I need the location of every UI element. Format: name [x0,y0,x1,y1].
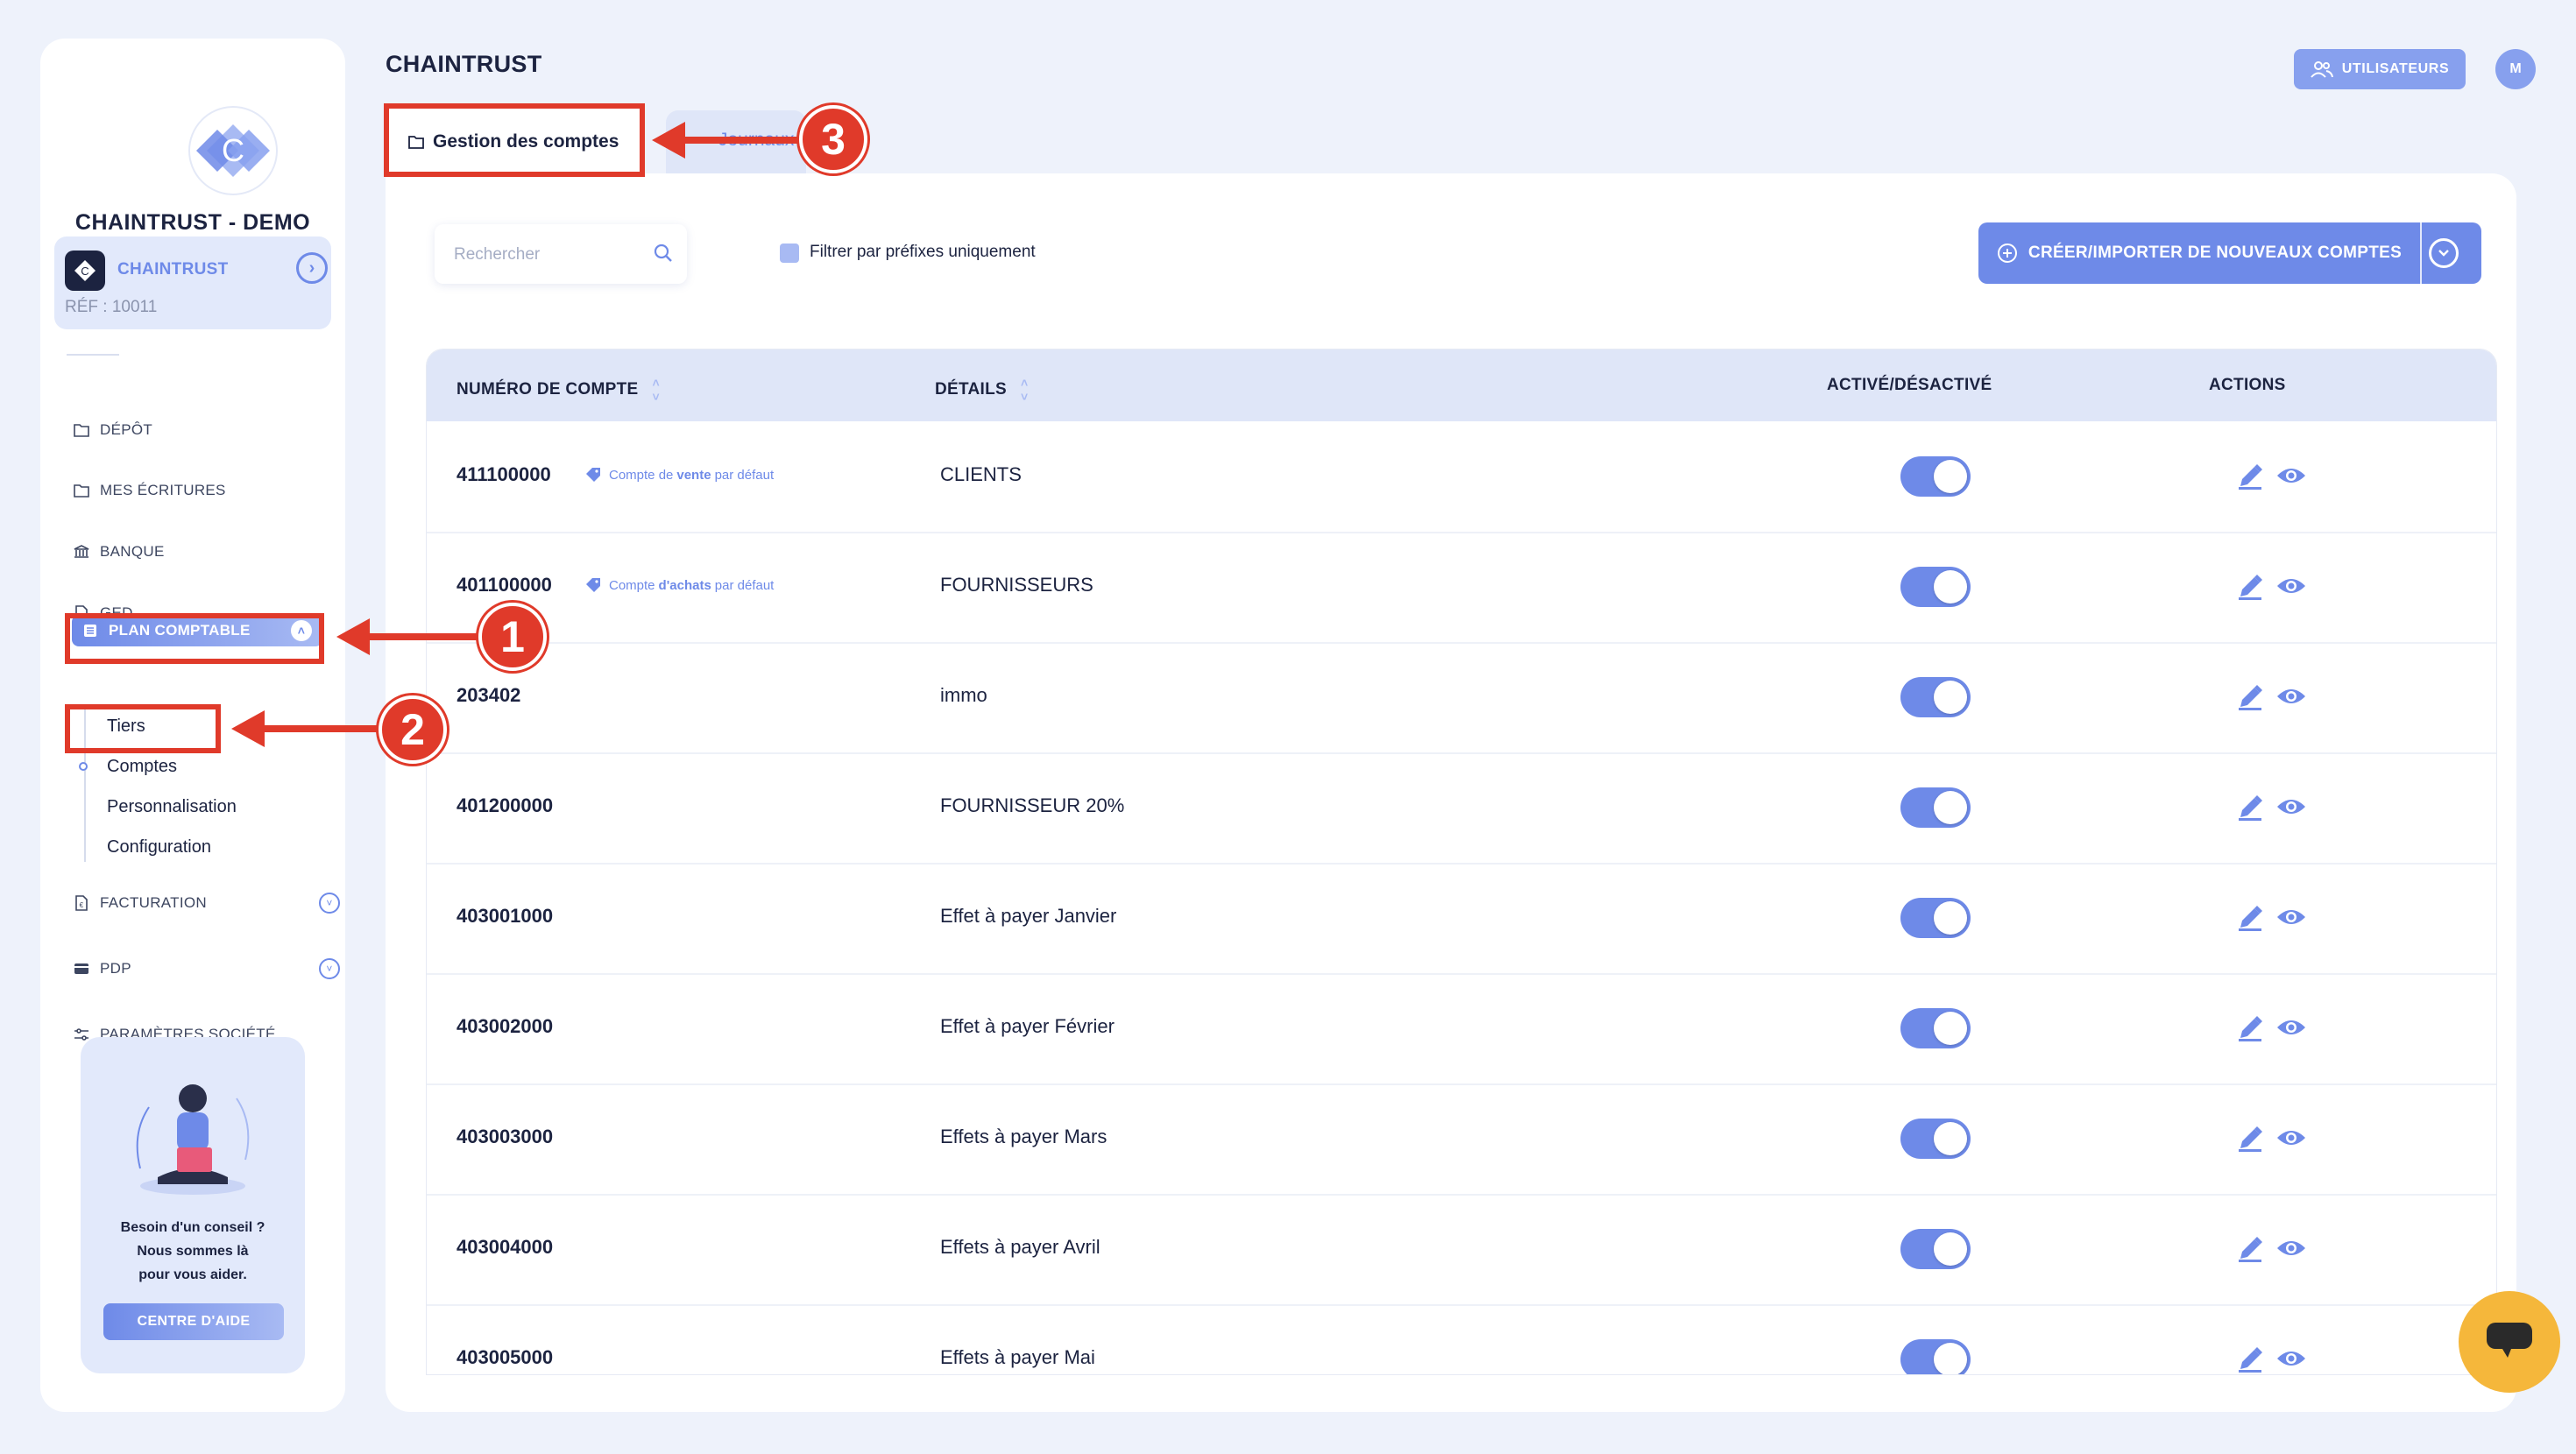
annotation-number-2: 2 [379,695,447,764]
chat-button[interactable] [2459,1291,2560,1393]
chat-icon [2485,1321,2534,1364]
annotation-number-3: 3 [799,105,867,173]
annotation-number-1: 1 [478,603,547,671]
